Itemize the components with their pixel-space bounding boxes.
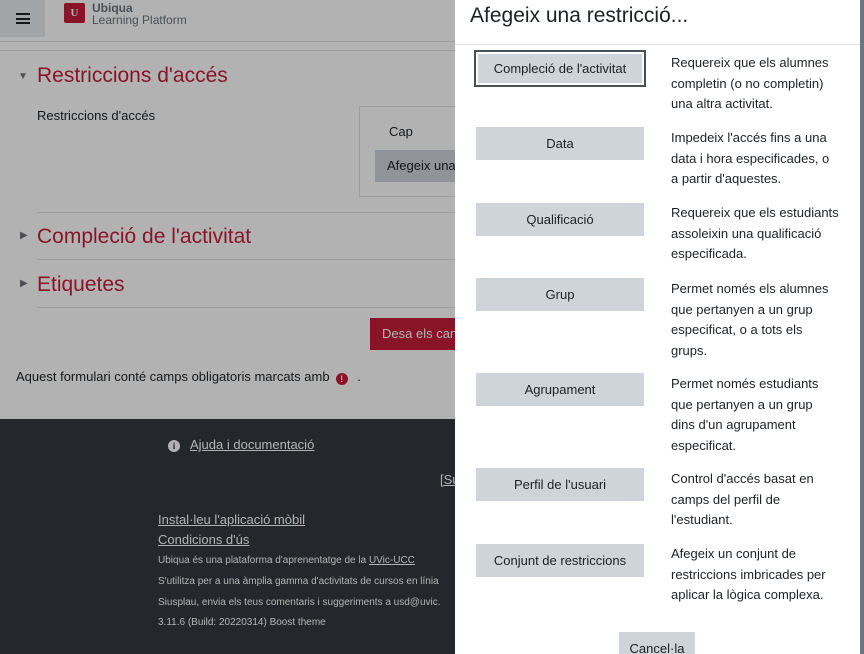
option-description: Control d'accés basat en camps del perfi… (671, 471, 814, 527)
option-activity-completion-button[interactable]: Compleció de l'activitat (474, 50, 646, 87)
option-description: Requereix que els alumnes completin (o n… (671, 55, 829, 111)
cancel-button[interactable]: Cancel·la (619, 632, 695, 654)
option-description: Permet només estudiants que pertanyen a … (671, 376, 819, 453)
dialog-edge (860, 0, 864, 654)
option-description: Afegeix un conjunt de restriccions imbri… (671, 546, 826, 602)
option-description: Impedeix l'accés fins a una data i hora … (671, 130, 830, 186)
option-description: Permet només els alumnes que pertanyen a… (671, 281, 829, 358)
add-restriction-dialog: Afegeix una restricció... Compleció de l… (455, 0, 860, 654)
option-grouping-button[interactable]: Agrupament (476, 373, 644, 406)
option-date-button[interactable]: Data (476, 127, 644, 160)
option-description: Requereix que els estudiants assoleixin … (671, 205, 839, 261)
option-group-button[interactable]: Grup (476, 278, 644, 311)
option-restriction-set-button[interactable]: Conjunt de restriccions (476, 544, 644, 577)
option-user-profile-button[interactable]: Perfil de l'usuari (476, 468, 644, 501)
option-grade-button[interactable]: Qualificació (476, 203, 644, 236)
divider (455, 44, 860, 45)
dialog-title: Afegeix una restricció... (470, 4, 689, 27)
